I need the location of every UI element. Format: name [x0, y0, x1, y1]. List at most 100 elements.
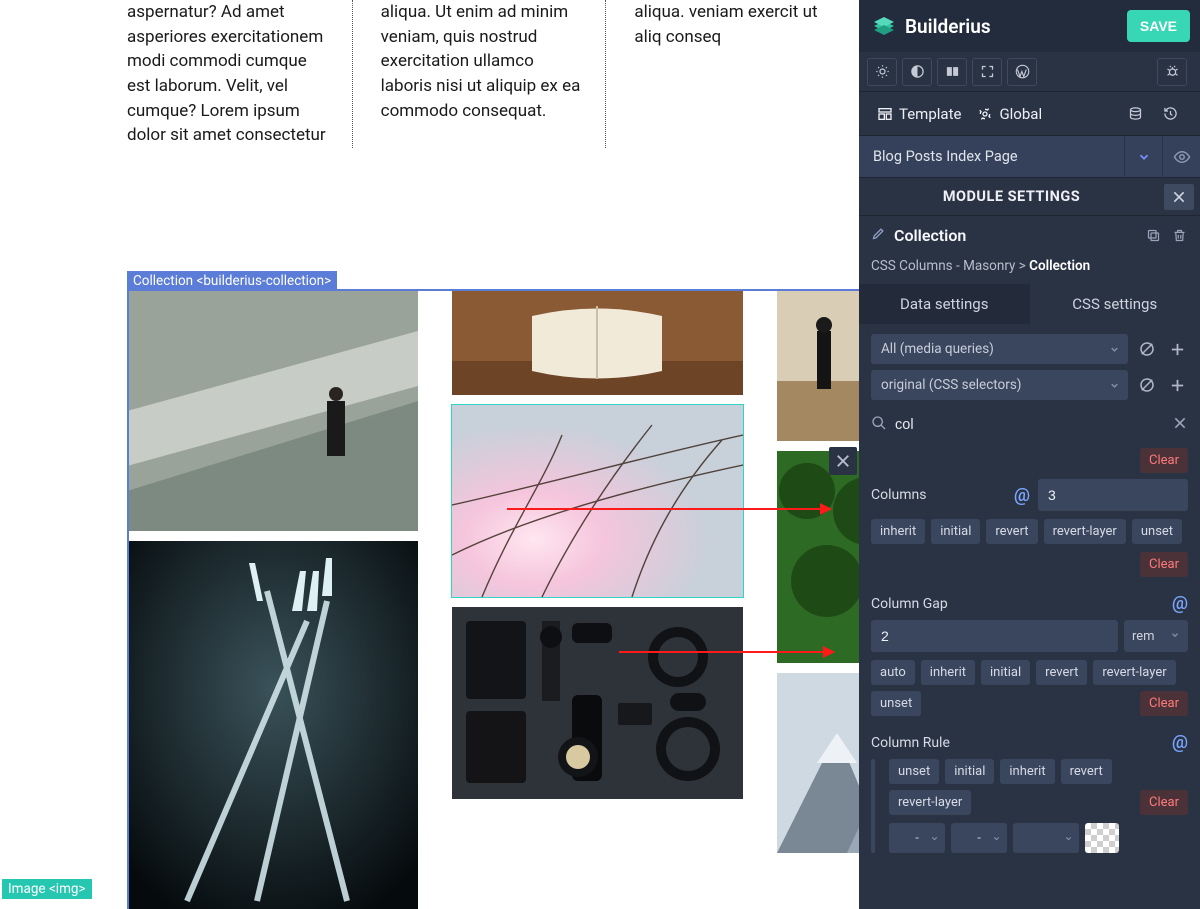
template-button[interactable]: Template: [869, 100, 969, 128]
chip-initial[interactable]: initial: [981, 660, 1030, 685]
sidebar-panel: Builderius SAVE Template Global Blog Pos…: [859, 0, 1200, 909]
tab-css-settings[interactable]: CSS settings: [1030, 284, 1200, 324]
global-button[interactable]: Global: [969, 100, 1050, 128]
page-name[interactable]: Blog Posts Index Page: [873, 148, 1124, 165]
selection-label[interactable]: Collection <builderius-collection>: [127, 271, 337, 291]
page-dropdown-icon[interactable]: [1124, 136, 1162, 178]
chip-revert[interactable]: revert: [1036, 660, 1087, 685]
history-icon[interactable]: [1155, 100, 1185, 128]
plus-icon[interactable]: [1166, 374, 1188, 396]
column-gap-unit-select[interactable]: rem: [1124, 620, 1188, 652]
clear-button[interactable]: Clear: [1140, 790, 1188, 815]
breadcrumbs-prefix[interactable]: CSS Columns - Masonry >: [871, 258, 1029, 274]
text-col-2: aliqua. Ut enim ad minim veniam, quis no…: [353, 0, 607, 148]
breadcrumbs: CSS Columns - Masonry > Collection: [859, 254, 1200, 284]
pencil-icon[interactable]: [871, 226, 886, 245]
module-settings-header: MODULE SETTINGS: [859, 178, 1200, 216]
chip-unset[interactable]: unset: [1132, 519, 1182, 544]
eye-icon[interactable]: [1162, 136, 1200, 178]
brand-logo-icon: [871, 13, 897, 39]
thumb-forest[interactable]: [777, 451, 859, 663]
close-icon[interactable]: [1164, 184, 1194, 210]
save-button[interactable]: SAVE: [1127, 10, 1190, 42]
float-close-icon[interactable]: [829, 447, 857, 475]
clear-button[interactable]: Clear: [1140, 691, 1188, 716]
column-gap-input[interactable]: [871, 620, 1118, 652]
search-input[interactable]: [895, 417, 1164, 433]
prop-column-gap: Column Gap @ rem auto inherit initial re…: [871, 593, 1188, 716]
chip-revert[interactable]: revert: [1061, 759, 1112, 784]
media-query-select[interactable]: All (media queries): [871, 334, 1128, 364]
tab-data-settings[interactable]: Data settings: [859, 284, 1030, 324]
chevron-down-icon: [1109, 379, 1120, 395]
trash-icon[interactable]: [1168, 224, 1190, 246]
breadcrumbs-current[interactable]: Collection: [1029, 258, 1090, 274]
bug-icon[interactable]: [1157, 58, 1187, 86]
css-properties: Clear Columns @ inherit initial revert r…: [859, 448, 1200, 853]
at-icon[interactable]: @: [1172, 732, 1188, 753]
rule-style-select[interactable]: -: [951, 823, 1007, 853]
prop-columns: Columns @ inherit initial revert revert-…: [871, 479, 1188, 577]
column-rule-chips: unset initial inherit revert revert-laye…: [889, 759, 1188, 815]
column-gap-chips: auto inherit initial revert revert-layer…: [871, 660, 1188, 716]
chip-inherit[interactable]: inherit: [921, 660, 975, 685]
clear-search-icon[interactable]: [1172, 415, 1188, 435]
chip-revert-layer[interactable]: revert-layer: [889, 790, 971, 815]
database-icon[interactable]: [1120, 100, 1150, 128]
masonry-col-3: [777, 291, 859, 863]
css-selector-value: original (CSS selectors): [881, 377, 1022, 393]
masonry-col-1: [127, 291, 418, 909]
columns-input[interactable]: [1038, 479, 1188, 511]
chip-unset[interactable]: unset: [871, 691, 921, 716]
chip-revert[interactable]: revert: [986, 519, 1037, 544]
rule-color-swatch[interactable]: [1085, 823, 1119, 853]
thumb-forks[interactable]: [127, 541, 418, 909]
chip-revert-layer[interactable]: revert-layer: [1044, 519, 1126, 544]
chip-revert-layer[interactable]: revert-layer: [1093, 660, 1175, 685]
thumb-beach[interactable]: [777, 291, 859, 441]
fullscreen-icon[interactable]: [972, 58, 1002, 86]
clear-button[interactable]: Clear: [1140, 448, 1188, 473]
brightness-icon[interactable]: [867, 58, 897, 86]
text-col-3: aliqua. veniam exercit ut aliq conseq: [606, 0, 859, 148]
prop-column-rule: Column Rule @ unset initial inherit reve…: [871, 732, 1188, 853]
image-element-label[interactable]: Image <img>: [2, 879, 92, 899]
contrast-icon[interactable]: [902, 58, 932, 86]
property-search-row: [859, 402, 1200, 448]
column-rule-label: Column Rule: [871, 735, 950, 751]
brand: Builderius: [871, 13, 1127, 39]
thumb-branches[interactable]: [452, 405, 743, 597]
copy-icon[interactable]: [1142, 224, 1164, 246]
rule-width-select[interactable]: -: [889, 823, 945, 853]
thumb-flatlay[interactable]: [452, 607, 743, 799]
brand-name: Builderius: [905, 15, 991, 38]
page-selector-row: Blog Posts Index Page: [859, 136, 1200, 178]
empty-set-icon[interactable]: [1136, 338, 1158, 360]
css-selector-select[interactable]: original (CSS selectors): [871, 370, 1128, 400]
canvas-preview: aspernatur? Ad amet asperiores exercitat…: [0, 0, 859, 909]
chip-initial[interactable]: initial: [945, 759, 994, 784]
selection-border-left: [127, 289, 129, 909]
text-col-1: aspernatur? Ad amet asperiores exercitat…: [127, 0, 353, 148]
thumb-book[interactable]: [452, 291, 743, 395]
clear-button[interactable]: Clear: [1140, 552, 1188, 577]
media-query-value: All (media queries): [881, 341, 994, 357]
chevron-down-icon: [1170, 629, 1180, 644]
at-icon[interactable]: @: [1172, 593, 1188, 614]
chip-inherit[interactable]: inherit: [871, 519, 925, 544]
at-icon[interactable]: @: [1014, 485, 1030, 506]
empty-set-icon[interactable]: [1136, 374, 1158, 396]
chip-inherit[interactable]: inherit: [1000, 759, 1054, 784]
chip-initial[interactable]: initial: [931, 519, 980, 544]
arrow-1: [507, 508, 831, 510]
chevron-down-icon: [930, 832, 939, 847]
thumb-mountain[interactable]: [777, 673, 859, 853]
chip-unset[interactable]: unset: [889, 759, 939, 784]
rule-unit-select[interactable]: [1013, 823, 1079, 853]
wordpress-icon[interactable]: [1007, 58, 1037, 86]
align-icon[interactable]: [937, 58, 967, 86]
thumb-street[interactable]: [127, 291, 418, 531]
chip-auto[interactable]: auto: [871, 660, 915, 685]
plus-icon[interactable]: [1166, 338, 1188, 360]
column-gap-unit: rem: [1132, 629, 1155, 644]
